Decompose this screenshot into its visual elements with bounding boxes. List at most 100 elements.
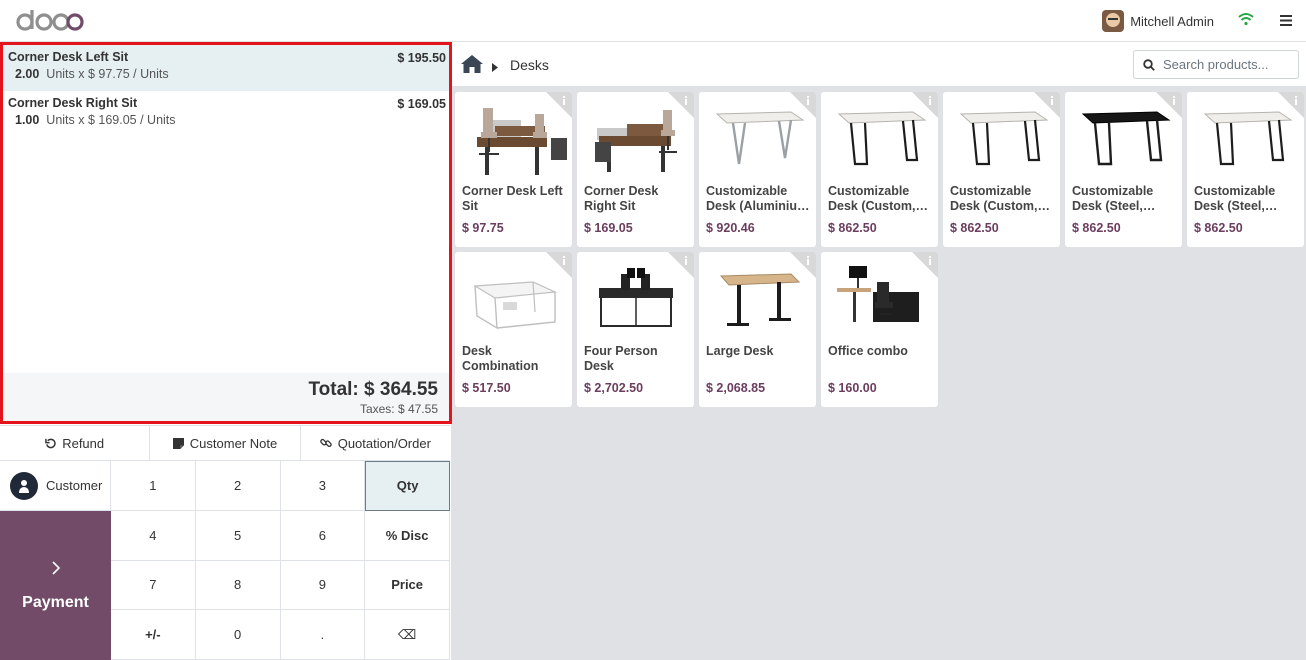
product-price: $ 920.46 xyxy=(706,221,755,235)
product-card[interactable]: Customizable Desk (Steel,… $ 862.50 xyxy=(1187,92,1304,247)
product-price: $ 160.00 xyxy=(828,381,877,395)
order-line[interactable]: Corner Desk Right Sit $ 169.05 1.00 Unit… xyxy=(3,91,449,137)
quotation-order-button[interactable]: Quotation/Order xyxy=(301,426,450,460)
product-card[interactable]: Corner Desk Right Sit $ 169.05 xyxy=(577,92,694,247)
product-card[interactable]: Customizable Desk (Steel,… $ 862.50 xyxy=(1065,92,1182,247)
link-icon xyxy=(319,438,332,448)
numpad-key-7[interactable]: 7 xyxy=(111,560,196,611)
undo-icon xyxy=(45,438,56,448)
order-line-price: $ 195.50 xyxy=(397,51,446,65)
product-card[interactable]: Customizable Desk (Aluminiu… $ 920.46 xyxy=(699,92,816,247)
product-card[interactable]: Four Person Desk $ 2,702.50 xyxy=(577,252,694,407)
numpad-key-3[interactable]: 3 xyxy=(280,461,366,511)
product-name: Customizable Desk (Custom,… xyxy=(950,184,1051,213)
numpad-key-9[interactable]: 9 xyxy=(280,560,366,611)
customer-note-button[interactable]: Customer Note xyxy=(150,426,301,460)
order-totals: Total: $ 364.55 Taxes: $ 47.55 xyxy=(3,373,449,421)
info-icon[interactable] xyxy=(1156,92,1182,118)
numpad-key-6[interactable]: 6 xyxy=(280,510,366,561)
breadcrumb: Desks Search products... xyxy=(452,42,1306,87)
user-name: Mitchell Admin xyxy=(1130,13,1214,29)
order-line-name: Corner Desk Left Sit xyxy=(8,50,129,64)
search-placeholder: Search products... xyxy=(1163,57,1269,72)
customer-button[interactable]: Customer xyxy=(0,461,111,511)
numpad-key-1[interactable]: 1 xyxy=(111,461,196,511)
numpad: 1 2 3 Qty 4 5 6 % Disc 7 8 9 Price +/- 0… xyxy=(111,461,450,660)
refund-button[interactable]: Refund xyxy=(0,426,151,460)
product-name: Customizable Desk (Steel,… xyxy=(1194,184,1278,213)
product-name: Desk Combination xyxy=(462,344,539,373)
info-icon[interactable] xyxy=(668,252,694,278)
product-price: $ 862.50 xyxy=(950,221,999,235)
info-icon[interactable] xyxy=(912,252,938,278)
product-price: $ 169.05 xyxy=(584,221,633,235)
product-card[interactable]: Customizable Desk (Custom,… $ 862.50 xyxy=(943,92,1060,247)
home-icon[interactable] xyxy=(460,54,484,77)
search-icon xyxy=(1143,58,1155,71)
payment-button[interactable]: Payment xyxy=(0,511,111,660)
numpad-key-0[interactable]: 0 xyxy=(195,610,281,660)
numpad-area: Customer Payment 1 2 3 Qty 4 5 6 % Disc … xyxy=(0,461,450,660)
wifi-icon[interactable] xyxy=(1238,12,1254,29)
info-icon[interactable] xyxy=(790,92,816,118)
numpad-key-2[interactable]: 2 xyxy=(195,461,281,511)
top-bar: Mitchell Admin xyxy=(0,0,1306,42)
product-search[interactable]: Search products... xyxy=(1133,50,1299,79)
order-line-qty: 2.00 Units x $ 97.75 / Units xyxy=(15,67,169,81)
product-name: Corner Desk Left Sit xyxy=(462,184,563,213)
backspace-button[interactable]: ⌫ xyxy=(365,610,450,660)
product-card[interactable]: Corner Desk Left Sit $ 97.75 xyxy=(455,92,572,247)
products-pane: Desks Search products... Corner Desk Lef… xyxy=(452,42,1306,660)
numpad-key-decimal[interactable]: . xyxy=(280,610,366,660)
user-menu[interactable]: Mitchell Admin xyxy=(1102,10,1214,32)
info-icon[interactable] xyxy=(1278,92,1304,118)
product-price: $ 2,702.50 xyxy=(584,381,644,395)
info-icon[interactable] xyxy=(546,92,572,118)
product-name: Four Person Desk xyxy=(584,344,658,373)
product-price: $ 862.50 xyxy=(1072,221,1121,235)
order-total: Total: $ 364.55 xyxy=(308,379,438,400)
product-name: Customizable Desk (Custom,… xyxy=(828,184,929,213)
plus-minus-button[interactable]: +/- xyxy=(111,610,196,660)
caret-right-icon xyxy=(492,60,498,75)
odoo-logo[interactable] xyxy=(16,8,84,35)
chevron-right-icon xyxy=(51,559,61,582)
product-price: $ 517.50 xyxy=(462,381,511,395)
product-name: Corner Desk Right Sit xyxy=(584,184,659,213)
order-line-name: Corner Desk Right Sit xyxy=(8,96,138,110)
product-card[interactable]: Large Desk $ 2,068.85 xyxy=(699,252,816,407)
order-line-price: $ 169.05 xyxy=(397,97,446,111)
product-price: $ 2,068.85 xyxy=(706,381,766,395)
info-icon[interactable] xyxy=(790,252,816,278)
product-name: Customizable Desk (Steel,… xyxy=(1072,184,1156,213)
order-taxes: Taxes: $ 47.55 xyxy=(359,402,438,416)
info-icon[interactable] xyxy=(546,252,572,278)
product-name: Customizable Desk (Aluminiu… xyxy=(706,184,810,213)
info-icon[interactable] xyxy=(912,92,938,118)
order-pane: Corner Desk Left Sit $ 195.50 2.00 Units… xyxy=(0,42,452,660)
product-card[interactable]: Desk Combination $ 517.50 xyxy=(455,252,572,407)
numpad-key-5[interactable]: 5 xyxy=(195,510,281,561)
qty-mode-button[interactable]: Qty xyxy=(365,461,450,511)
order-lines-box: Corner Desk Left Sit $ 195.50 2.00 Units… xyxy=(0,42,452,424)
sticky-note-icon xyxy=(172,437,184,449)
discount-mode-button[interactable]: % Disc xyxy=(365,510,450,561)
price-mode-button[interactable]: Price xyxy=(365,560,450,611)
breadcrumb-category[interactable]: Desks xyxy=(510,57,549,73)
product-name: Large Desk xyxy=(706,344,774,358)
hamburger-menu-icon[interactable] xyxy=(1280,14,1292,29)
product-card[interactable]: Office combo $ 160.00 xyxy=(821,252,938,407)
product-price: $ 862.50 xyxy=(1194,221,1243,235)
product-price: $ 862.50 xyxy=(828,221,877,235)
numpad-key-8[interactable]: 8 xyxy=(195,560,281,611)
order-line-qty: 1.00 Units x $ 169.05 / Units xyxy=(15,113,176,127)
product-card[interactable]: Customizable Desk (Custom,… $ 862.50 xyxy=(821,92,938,247)
info-icon[interactable] xyxy=(668,92,694,118)
user-icon xyxy=(10,471,38,500)
order-line[interactable]: Corner Desk Left Sit $ 195.50 2.00 Units… xyxy=(3,45,449,91)
numpad-key-4[interactable]: 4 xyxy=(111,510,196,561)
product-price: $ 97.75 xyxy=(462,221,504,235)
user-avatar xyxy=(1102,10,1125,32)
product-name: Office combo xyxy=(828,344,908,358)
info-icon[interactable] xyxy=(1034,92,1060,118)
